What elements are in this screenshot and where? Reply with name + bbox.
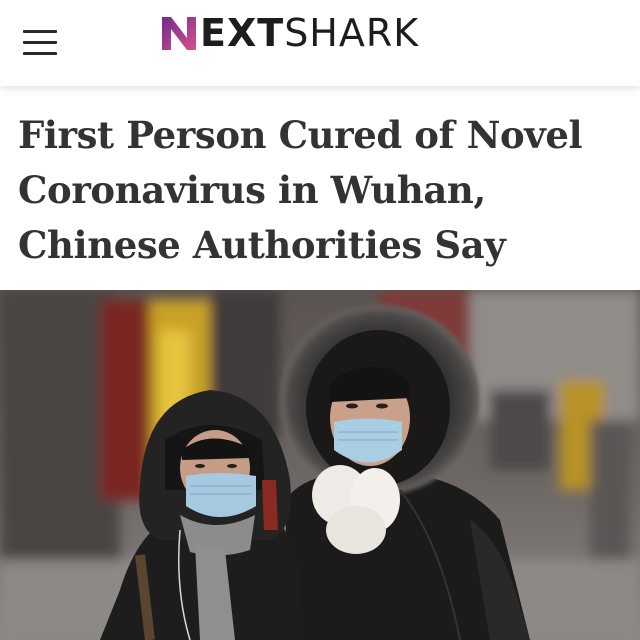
headline-line-1: First Person Cured of Novel bbox=[18, 113, 583, 157]
logo-n-mark bbox=[162, 17, 196, 50]
headline-line-2: Coronavirus in Wuhan, bbox=[18, 168, 486, 212]
logo-text-shark: SHARK bbox=[284, 11, 420, 55]
site-logo[interactable]: EXT SHARK bbox=[160, 8, 419, 58]
article-hero-photo[interactable] bbox=[0, 290, 640, 640]
headline-line-3: Chinese Authorities Say bbox=[18, 223, 506, 267]
hamburger-menu-icon[interactable] bbox=[23, 28, 59, 56]
article-headline[interactable]: First Person Cured of Novel Coronavirus … bbox=[18, 108, 623, 273]
article-page: EXT SHARK First Person Cured of Novel Cor… bbox=[0, 0, 640, 640]
logo-text-next: EXT bbox=[200, 11, 285, 55]
site-header: EXT SHARK bbox=[0, 0, 640, 86]
photo-two-people-in-masks bbox=[0, 290, 640, 640]
headline-section: First Person Cured of Novel Coronavirus … bbox=[0, 86, 640, 290]
